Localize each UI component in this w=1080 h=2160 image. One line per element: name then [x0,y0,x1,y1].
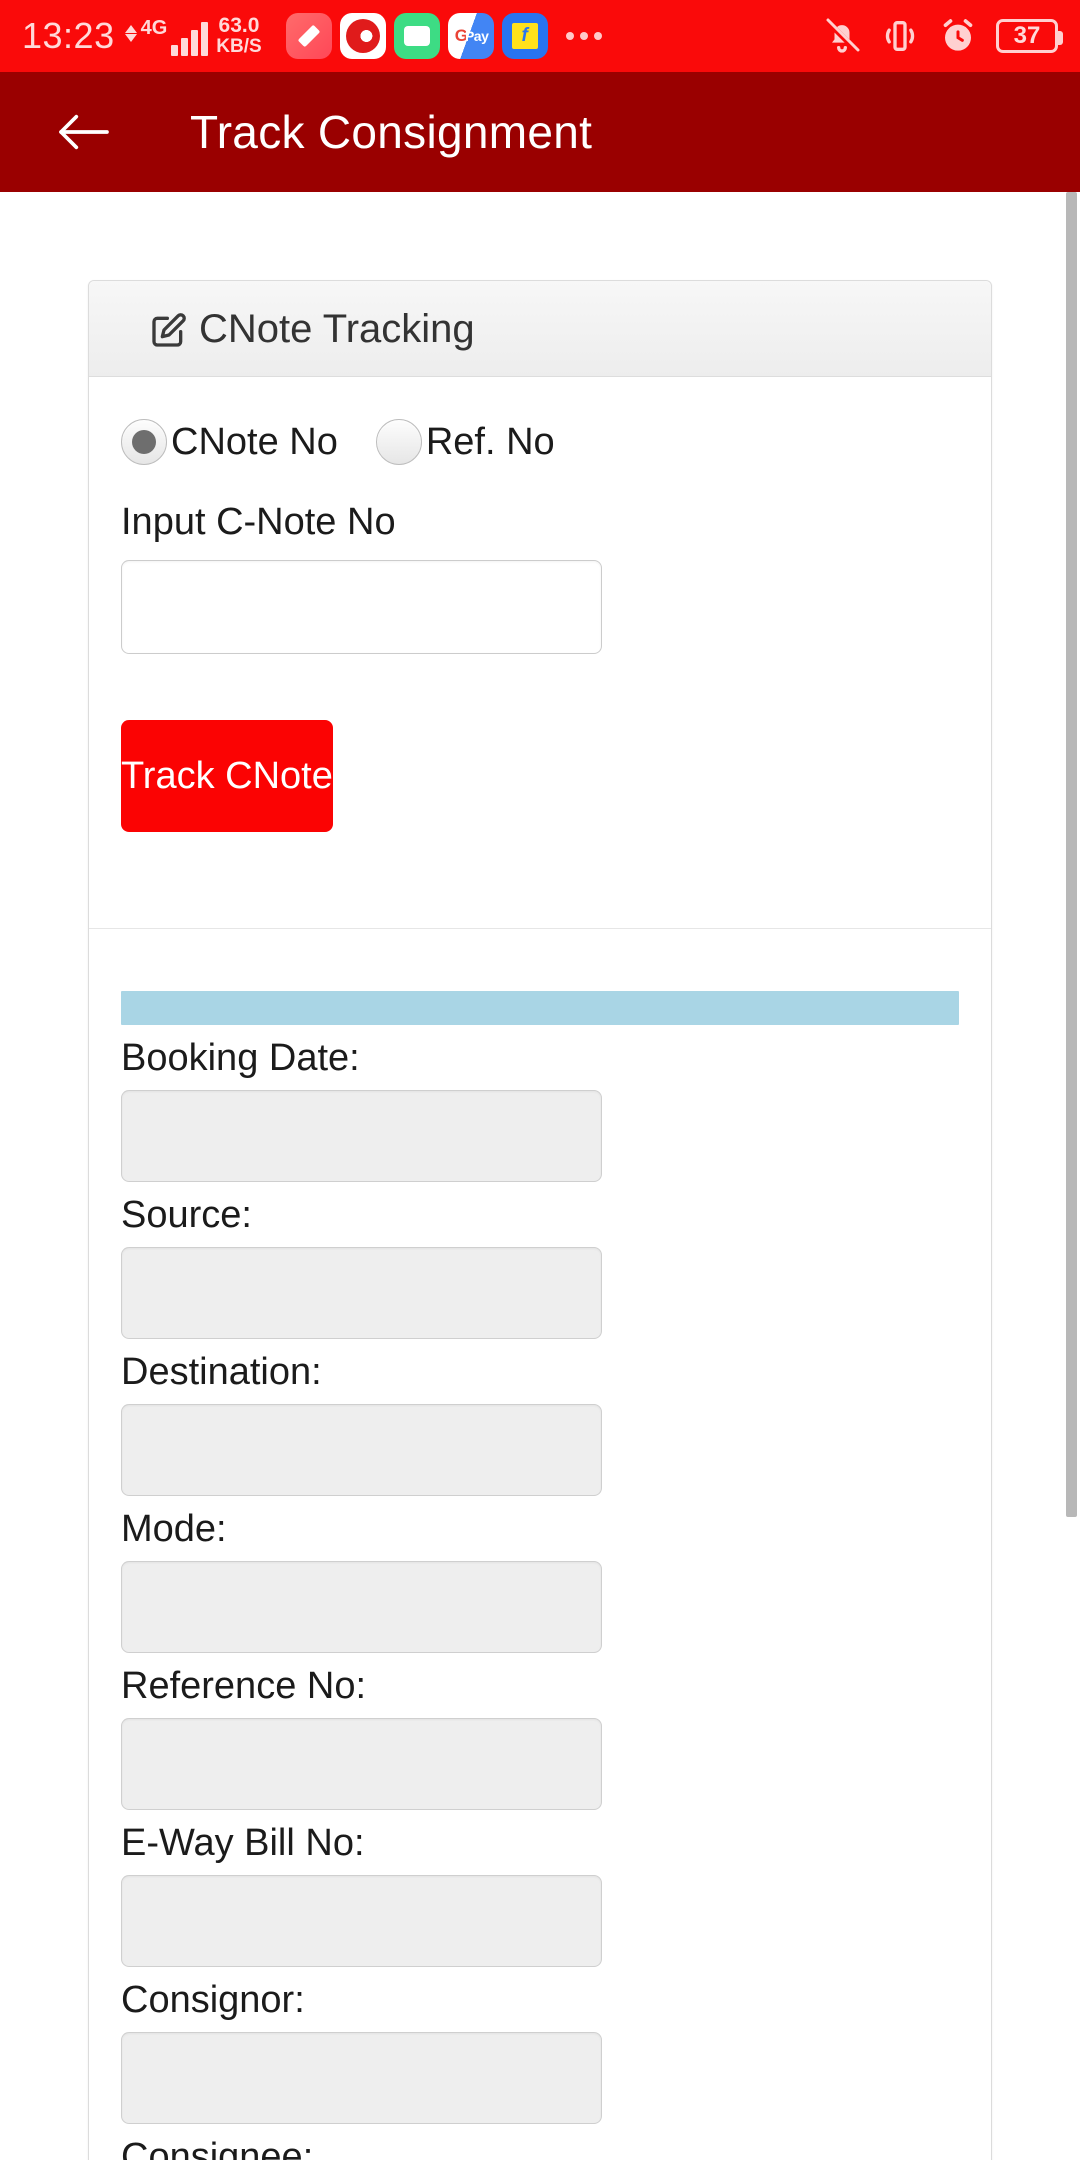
tracking-result-section: Booking Date: Source: Destination: Mode:… [89,991,991,2160]
result-status-banner [121,991,959,1025]
radio-option-ref-no[interactable]: Ref. No [375,419,555,465]
label-consignee: Consignee: [121,2136,314,2160]
result-field-destination: Destination: [89,1351,991,1496]
overflow-dots-icon [565,32,602,40]
page-title: Track Consignment [190,106,593,158]
value-eway-bill-no[interactable] [121,1875,602,1967]
signal-bars-icon [171,20,209,56]
result-field-source: Source: [89,1194,991,1339]
label-destination: Destination: [121,1351,322,1393]
opera-icon [339,13,386,59]
card-header: CNote Tracking [89,281,991,377]
notification-icons: G Pay f [285,13,602,59]
status-bar-left: 13:23 4G 63.0 KB/S G Pay f [22,13,602,59]
back-button[interactable] [52,100,116,164]
page-content: CNote Tracking CNote No Ref. No Input C-… [0,192,1080,2160]
data-speed-indicator: 63.0 KB/S [216,15,261,56]
messages-icon [393,13,440,59]
value-reference-no[interactable] [121,1718,602,1810]
data-speed-unit: KB/S [216,35,262,57]
value-booking-date[interactable] [121,1090,602,1182]
page-scrollbar-thumb[interactable] [1066,192,1077,1517]
status-bar: 13:23 4G 63.0 KB/S G Pay f 37 [0,0,1080,72]
cnote-number-input[interactable] [121,560,602,654]
radio-cnote-no-label: CNote No [171,420,338,463]
status-bar-right: 37 [822,16,1063,56]
radio-option-cnote-no[interactable]: CNote No [121,419,338,465]
data-transfer-arrows-icon [124,25,137,56]
result-field-consignee: Consignee: [89,2136,991,2160]
gpay-icon: G Pay [447,13,494,59]
cnote-tracking-card: CNote Tracking CNote No Ref. No Input C-… [88,280,992,2160]
vibrate-icon [880,16,920,56]
status-clock: 13:23 [22,15,115,56]
flipkart-glyph: f [521,25,528,46]
radio-ref-no-label: Ref. No [425,420,555,463]
result-field-booking-date: Booking Date: [89,1037,991,1182]
label-mode: Mode: [121,1508,227,1550]
battery-indicator: 37 [996,19,1063,53]
cnote-input-label: Input C-Note No [121,501,396,543]
app-bar: Track Consignment [0,72,1080,192]
value-mode[interactable] [121,1561,602,1653]
result-field-reference-no: Reference No: [89,1665,991,1810]
value-destination[interactable] [121,1404,602,1496]
edit-square-icon [147,308,191,352]
radio-cnote-no-control[interactable] [121,419,167,465]
battery-level: 37 [1013,22,1041,49]
label-booking-date: Booking Date: [121,1037,360,1079]
flipkart-icon: f [501,13,548,59]
network-indicator: 4G 63.0 KB/S [124,15,262,56]
label-reference-no: Reference No: [121,1665,367,1707]
data-speed-value: 63.0 [218,14,260,38]
page-scrollbar[interactable] [1066,192,1080,2160]
alarm-clock-icon [938,16,978,56]
network-type-label: 4G [140,17,168,39]
label-consignor: Consignor: [121,1979,305,2021]
label-eway-bill-no: E-Way Bill No: [121,1822,365,1864]
card-section-divider [89,928,991,929]
value-consignor[interactable] [121,2032,602,2124]
tracking-type-radio-group: CNote No Ref. No [89,419,991,465]
track-cnote-button[interactable]: Track CNote [121,720,333,832]
result-field-eway-bill-no: E-Way Bill No: [89,1822,991,1967]
form-bottom-spacer [89,832,991,928]
truecaller-icon [285,13,332,59]
radio-ref-no-control[interactable] [375,419,422,465]
value-source[interactable] [121,1247,602,1339]
result-field-consignor: Consignor: [89,1979,991,2124]
result-field-mode: Mode: [89,1508,991,1653]
card-header-title: CNote Tracking [199,307,475,351]
bell-muted-icon [822,16,862,56]
tracking-form-section: CNote No Ref. No Input C-Note No Track C… [89,377,991,928]
gpay-pay-label: Pay [464,28,489,44]
label-source: Source: [121,1194,252,1236]
